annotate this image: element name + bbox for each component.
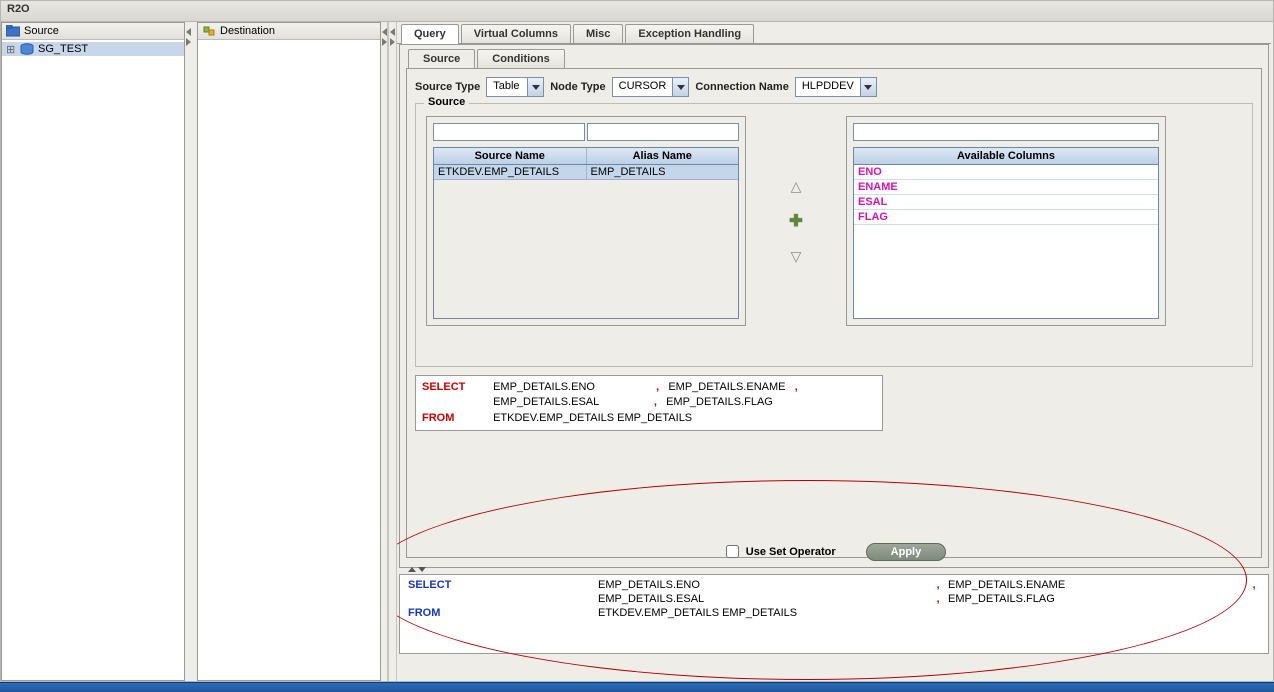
db-icon bbox=[20, 43, 34, 55]
alias-name-filter-input[interactable] bbox=[587, 123, 739, 141]
sub-tabstrip: Source Conditions bbox=[400, 45, 1268, 68]
sql-from-clause: ETKDEV.EMP_DETAILS EMP_DETAILS bbox=[493, 412, 692, 424]
sql-col: EMP_DETAILS.ESAL bbox=[493, 396, 599, 408]
expand-icon[interactable]: ⊞ bbox=[6, 43, 15, 56]
available-columns-grid: Available Columns ENO ENAME ESAL FLAG bbox=[846, 116, 1166, 326]
status-bar bbox=[0, 682, 1274, 692]
sql-col: EMP_DETAILS.ENO bbox=[493, 381, 595, 393]
dest-icon bbox=[202, 25, 216, 37]
col-header-source-name[interactable]: Source Name bbox=[434, 148, 587, 164]
cell-alias-name: EMP_DETAILS bbox=[587, 165, 739, 179]
comma: , bbox=[928, 593, 948, 605]
node-type-label: Node Type bbox=[550, 81, 605, 93]
source-tree-header: Source bbox=[2, 23, 184, 40]
destination-tree-header-label: Destination bbox=[220, 25, 275, 37]
sql-col: EMP_DETAILS.ENO bbox=[598, 579, 928, 591]
splitter-2[interactable] bbox=[381, 22, 387, 681]
source-fieldset: Source Source Name bbox=[415, 103, 1253, 367]
source-tree-panel: Source ⊞ SG_TEST bbox=[1, 22, 185, 681]
source-type-value: Table bbox=[487, 78, 527, 96]
move-down-icon[interactable]: ▽ bbox=[791, 249, 802, 263]
columns-filter-input[interactable] bbox=[853, 123, 1159, 141]
chevron-down-icon[interactable] bbox=[527, 78, 543, 96]
apply-button[interactable]: Apply bbox=[866, 543, 947, 561]
tree-node-label: SG_TEST bbox=[38, 43, 88, 55]
select-keyword: SELECT bbox=[422, 380, 490, 395]
move-up-icon[interactable]: △ bbox=[791, 179, 802, 193]
tab-query[interactable]: Query bbox=[401, 24, 459, 44]
source-tree-header-label: Source bbox=[24, 25, 59, 37]
connection-name-combo[interactable]: HLPDDEV bbox=[795, 77, 877, 97]
sql-preview: SELECT EMP_DETAILS.ENO , EMP_DETAILS.ENA… bbox=[415, 375, 883, 431]
sql-col: EMP_DETAILS.FLAG bbox=[666, 396, 773, 408]
right-gutter[interactable] bbox=[389, 22, 397, 681]
source-fieldset-legend: Source bbox=[424, 96, 469, 108]
list-item[interactable]: ENO bbox=[854, 165, 1158, 180]
destination-tree-header: Destination bbox=[198, 23, 380, 40]
table-row[interactable]: ETKDEV.EMP_DETAILS EMP_DETAILS bbox=[434, 165, 738, 180]
from-keyword: FROM bbox=[408, 607, 598, 619]
tab-misc[interactable]: Misc bbox=[573, 24, 623, 43]
sql-col: EMP_DETAILS.FLAG bbox=[948, 593, 1248, 605]
sql-col: EMP_DETAILS.ENAME bbox=[948, 579, 1248, 591]
window-title: R2O bbox=[0, 0, 1274, 22]
destination-tree-panel: Destination bbox=[197, 22, 381, 681]
subtab-conditions[interactable]: Conditions bbox=[477, 49, 564, 68]
comma: , bbox=[1248, 579, 1260, 591]
from-keyword: FROM bbox=[422, 411, 490, 426]
use-set-operator-checkbox[interactable]: Use Set Operator bbox=[722, 542, 836, 561]
folder-icon bbox=[6, 25, 20, 37]
add-icon[interactable]: ✚ bbox=[789, 211, 802, 231]
comma: , bbox=[928, 579, 948, 591]
source-grid: Source Name Alias Name ETKDEV.EMP_DETAIL… bbox=[426, 116, 746, 326]
sql-from-clause: ETKDEV.EMP_DETAILS EMP_DETAILS bbox=[598, 607, 1260, 619]
chevron-down-icon[interactable] bbox=[860, 78, 876, 96]
move-buttons: △ ✚ ▽ bbox=[766, 116, 826, 326]
splitter-1[interactable] bbox=[185, 22, 191, 681]
pane-drag-handle[interactable] bbox=[408, 567, 426, 572]
connection-name-label: Connection Name bbox=[695, 81, 789, 93]
select-keyword: SELECT bbox=[408, 579, 598, 591]
list-item[interactable]: FLAG bbox=[854, 210, 1158, 225]
tree-node-sgtest[interactable]: ⊞ SG_TEST bbox=[2, 42, 184, 56]
source-type-combo[interactable]: Table bbox=[486, 77, 544, 97]
node-type-value: CURSOR bbox=[613, 78, 673, 96]
chevron-down-icon[interactable] bbox=[672, 78, 688, 96]
top-tabstrip: Query Virtual Columns Misc Exception Han… bbox=[397, 22, 1271, 44]
connection-name-value: HLPDDEV bbox=[796, 78, 860, 96]
use-set-operator-label: Use Set Operator bbox=[746, 546, 836, 558]
node-type-combo[interactable]: CURSOR bbox=[612, 77, 690, 97]
tab-virtual-columns[interactable]: Virtual Columns bbox=[461, 24, 571, 43]
sql-col: EMP_DETAILS.ESAL bbox=[598, 593, 928, 605]
use-set-operator-input[interactable] bbox=[726, 545, 739, 558]
final-sql-pane: SELECT EMP_DETAILS.ENO , EMP_DETAILS.ENA… bbox=[399, 574, 1269, 654]
tab-exception-handling[interactable]: Exception Handling bbox=[625, 24, 754, 43]
source-name-filter-input[interactable] bbox=[433, 123, 585, 141]
cell-source-name: ETKDEV.EMP_DETAILS bbox=[434, 165, 587, 179]
col-header-available-columns[interactable]: Available Columns bbox=[853, 147, 1159, 165]
source-type-label: Source Type bbox=[415, 81, 480, 93]
subtab-source[interactable]: Source bbox=[408, 49, 475, 68]
sql-col: EMP_DETAILS.ENAME bbox=[668, 381, 785, 393]
list-item[interactable]: ENAME bbox=[854, 180, 1158, 195]
col-header-alias-name[interactable]: Alias Name bbox=[587, 148, 739, 164]
list-item[interactable]: ESAL bbox=[854, 195, 1158, 210]
